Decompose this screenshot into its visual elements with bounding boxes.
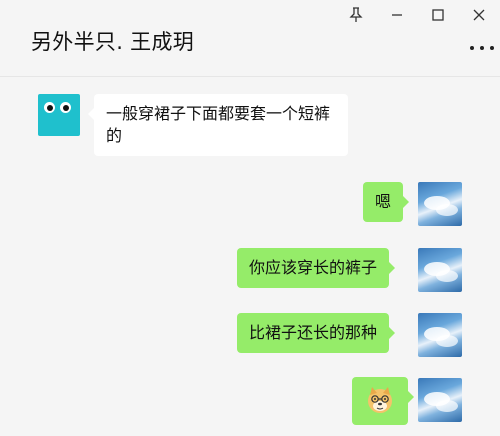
chat-header: 另外半只. 王成玥 xyxy=(0,0,500,77)
contact-avatar[interactable] xyxy=(38,94,80,136)
avatar-eye xyxy=(44,102,55,113)
minimize-icon[interactable] xyxy=(386,4,408,26)
doge-emoji-icon xyxy=(368,387,392,413)
pin-icon[interactable] xyxy=(345,4,367,26)
chat-title: 另外半只. 王成玥 xyxy=(31,30,195,54)
outgoing-message-bubble[interactable]: 你应该穿长的裤子 xyxy=(237,248,396,288)
close-icon[interactable] xyxy=(468,4,490,26)
my-avatar[interactable] xyxy=(418,182,462,226)
my-avatar[interactable] xyxy=(418,248,462,292)
avatar-eye xyxy=(60,102,71,113)
outgoing-message-bubble[interactable]: 比裙子还长的那种 xyxy=(237,313,396,353)
incoming-message-bubble[interactable]: 一般穿裙子下面都要套一个短裤的 xyxy=(88,94,348,156)
maximize-icon[interactable] xyxy=(427,4,449,26)
outgoing-message-bubble[interactable]: 嗯 xyxy=(363,182,410,222)
my-avatar[interactable] xyxy=(418,378,462,422)
more-icon[interactable] xyxy=(470,44,494,52)
outgoing-emoji-bubble[interactable] xyxy=(352,377,414,425)
my-avatar[interactable] xyxy=(418,313,462,357)
